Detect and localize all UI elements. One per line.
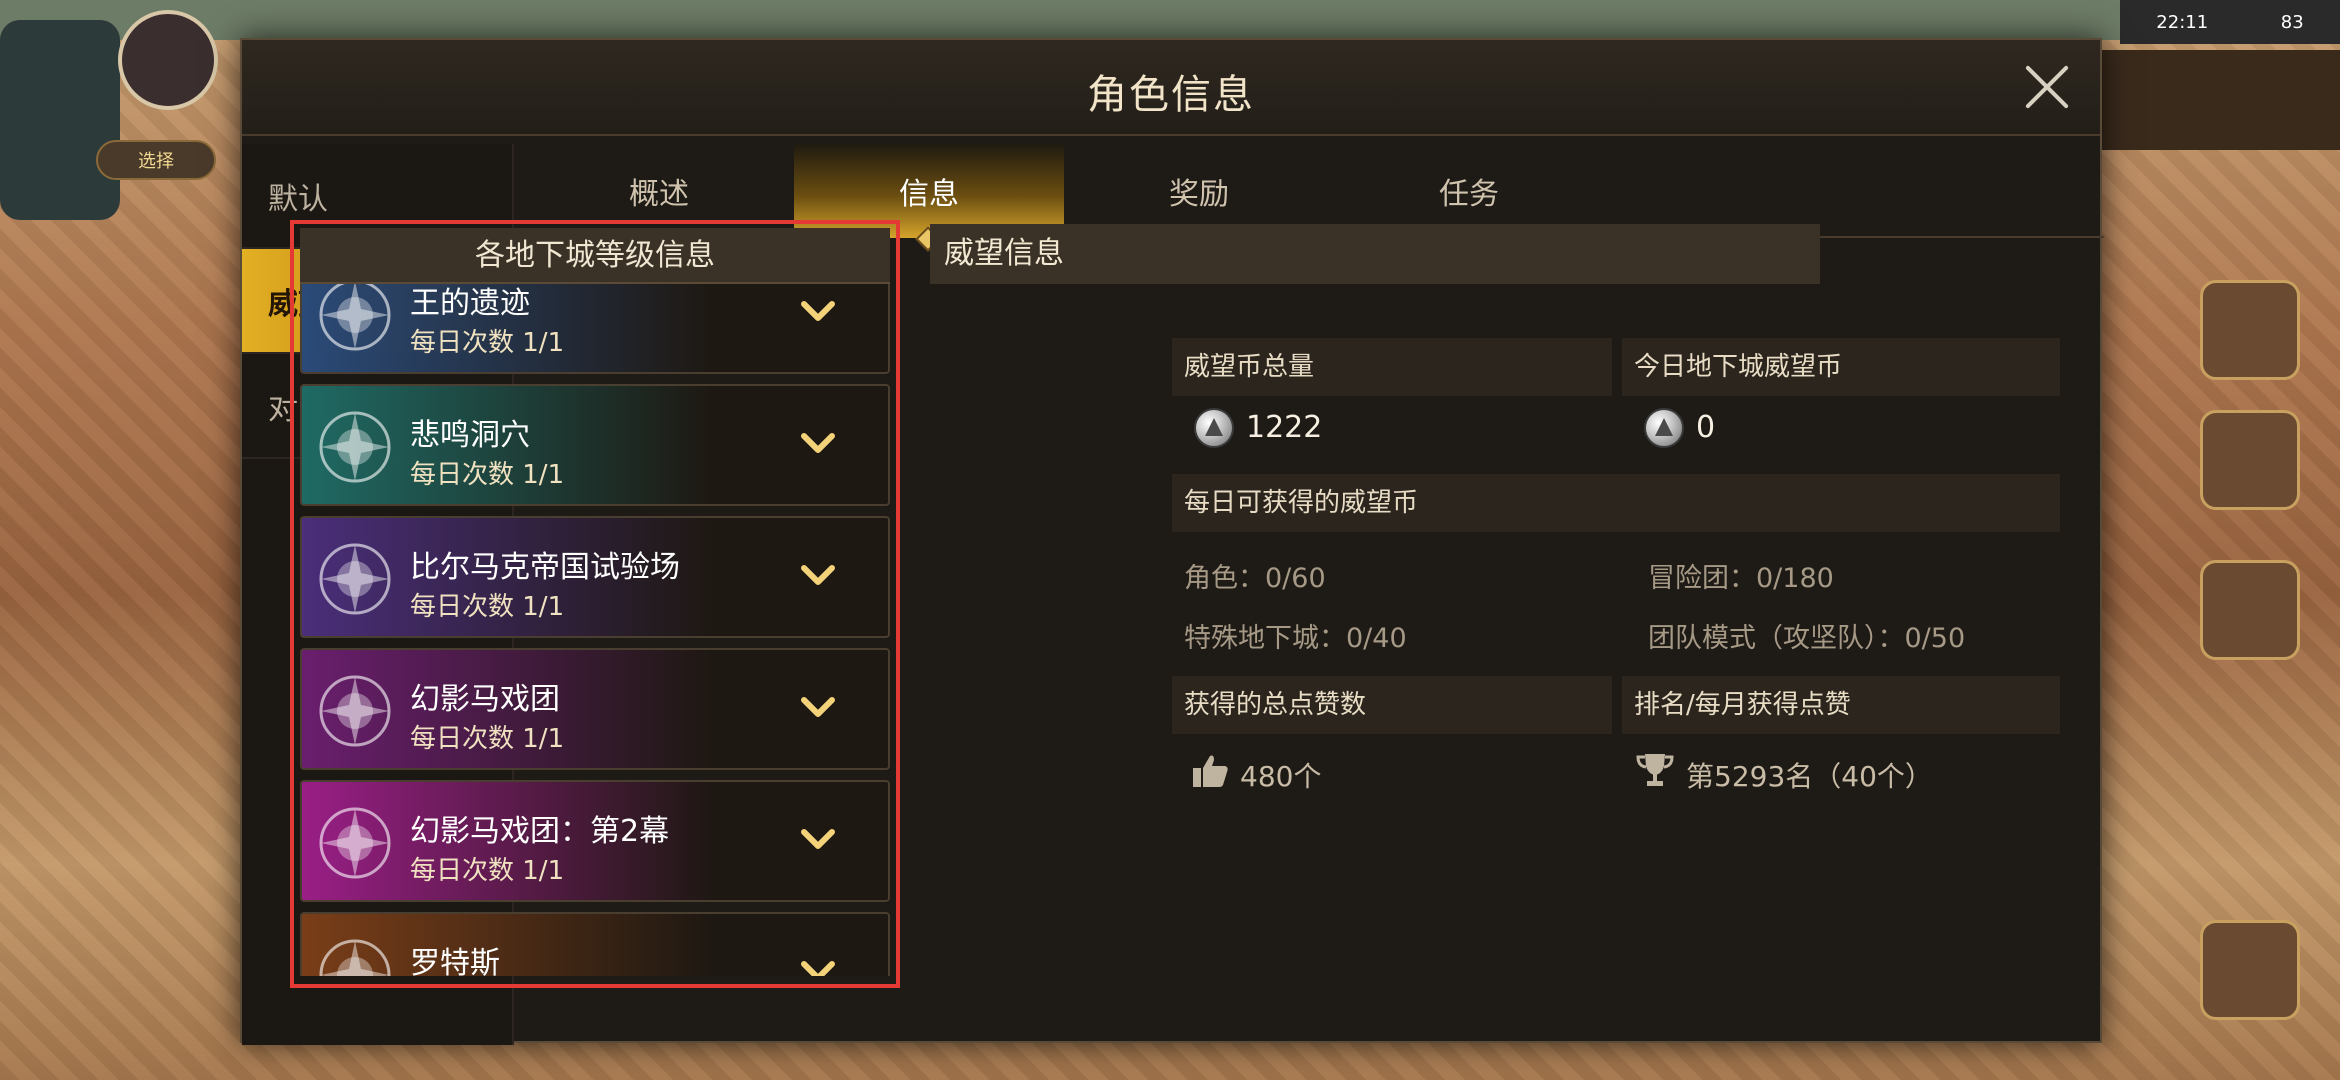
chevron-down-icon[interactable] [798, 952, 838, 976]
demon-face-icon [319, 543, 391, 615]
dungeon-daily-count: 每日次数 1/1 [410, 592, 565, 622]
game-shortcut-icon[interactable] [2200, 280, 2300, 380]
today-dungeon-label: 今日地下城威望币 [1622, 338, 2060, 396]
game-top-strip [0, 0, 2340, 40]
tab-label: 信息 [899, 177, 959, 212]
prestige-info-title: 威望信息 [930, 224, 1820, 284]
teal-flower-icon [319, 411, 391, 483]
thumbs-up-icon [1193, 755, 1228, 787]
total-coins-value: 1222 [1246, 410, 1323, 445]
sidebar-item-label: 默认 [268, 181, 328, 217]
game-right-bar [2100, 50, 2340, 150]
dungeon-daily-count: 每日次数 1/1 [410, 328, 565, 358]
chevron-down-icon[interactable] [798, 820, 838, 860]
daily-adventure-team: 冒险团：0/180 [1648, 563, 1834, 594]
chevron-down-icon[interactable] [798, 424, 838, 464]
dungeon-item[interactable]: 王的遗迹每日次数 1/1 [300, 284, 890, 374]
dungeon-panel-header: 各地下城等级信息 [300, 228, 890, 284]
jester-spade-icon [319, 675, 391, 747]
total-coins-label: 威望币总量 [1172, 338, 1612, 396]
dungeon-name: 王的遗迹 [410, 286, 530, 321]
today-dungeon-value: 0 [1696, 410, 1716, 445]
modal-header: 角色信息 [242, 40, 2100, 136]
game-shortcut-icon[interactable] [2200, 410, 2300, 510]
dungeon-daily-count: 每日次数 1/1 [410, 856, 565, 886]
prestige-coin-icon [1194, 408, 1234, 448]
dungeon-list-inner: 王的遗迹 每日次数 1/1 悲鸣洞穴 每日次数 1/1 比尔马克帝国试验场 每日次数 1/… [300, 284, 890, 976]
game-shortcut-icon[interactable] [2200, 920, 2300, 1020]
status-time: 22:11 [2156, 11, 2209, 33]
likes-value: 480个 [1240, 760, 1322, 793]
rank-value: 第5293名（40个） [1686, 760, 1933, 793]
chevron-down-icon[interactable] [798, 688, 838, 728]
rank-label: 排名/每月获得点赞 [1622, 676, 2060, 734]
dungeon-name: 悲鸣洞穴 [410, 418, 530, 453]
dungeon-name: 罗特斯 [410, 946, 500, 976]
tab-label: 奖励 [1169, 177, 1229, 212]
likes-label: 获得的总点赞数 [1172, 676, 1612, 734]
game-left-button[interactable]: 选择 [96, 140, 216, 180]
dungeon-item[interactable]: 悲鸣洞穴每日次数 1/1 [300, 384, 890, 506]
dungeon-item[interactable]: 幻影马戏团：第2幕每日次数 1/1 [300, 780, 890, 902]
daily-role: 角色：0/60 [1184, 563, 1326, 594]
game-shortcut-icon[interactable] [2200, 560, 2300, 660]
daily-raid-mode: 团队模式（攻坚队）：0/50 [1648, 623, 1966, 654]
dungeon-item[interactable]: 罗特斯 [300, 912, 890, 976]
dungeon-daily-count: 每日次数 1/1 [410, 724, 565, 754]
dungeon-name: 比尔马克帝国试验场 [410, 550, 680, 585]
daily-special-dungeon: 特殊地下城：0/40 [1184, 623, 1407, 654]
dungeon-name: 幻影马戏团 [410, 682, 560, 717]
dungeon-item[interactable]: 幻影马戏团每日次数 1/1 [300, 648, 890, 770]
tab-label: 任务 [1439, 177, 1499, 212]
orange-gear-icon [319, 939, 391, 976]
dungeon-name: 幻影马戏团：第2幕 [410, 814, 670, 849]
status-bar: 22:11 83 [2120, 0, 2340, 44]
player-avatar[interactable] [118, 10, 218, 110]
chevron-down-icon[interactable] [798, 556, 838, 596]
dungeon-list[interactable]: 王的遗迹 每日次数 1/1 悲鸣洞穴 每日次数 1/1 比尔马克帝国试验场 每日次数 1/… [300, 284, 890, 976]
close-button[interactable] [2022, 62, 2072, 112]
game-machine-decor [0, 20, 120, 220]
dungeon-item[interactable]: 比尔马克帝国试验场每日次数 1/1 [300, 516, 890, 638]
tab-label: 概述 [629, 177, 689, 212]
prestige-coin-icon [1644, 408, 1684, 448]
status-battery: 83 [2280, 11, 2304, 33]
dungeon-level-panel: 各地下城等级信息 王的遗迹 每日次数 1/1 悲鸣洞穴 每日次数 1/1 比尔马克帝国试… [290, 222, 900, 990]
trophy-icon [1636, 754, 1674, 786]
dungeon-daily-count: 每日次数 1/1 [410, 460, 565, 490]
modal-title: 角色信息 [1087, 72, 1255, 118]
chevron-down-icon[interactable] [798, 292, 838, 332]
jester-spade-icon [319, 807, 391, 879]
daily-coins-label: 每日可获得的威望币 [1172, 474, 2060, 532]
crystal-castle-icon [319, 284, 391, 351]
